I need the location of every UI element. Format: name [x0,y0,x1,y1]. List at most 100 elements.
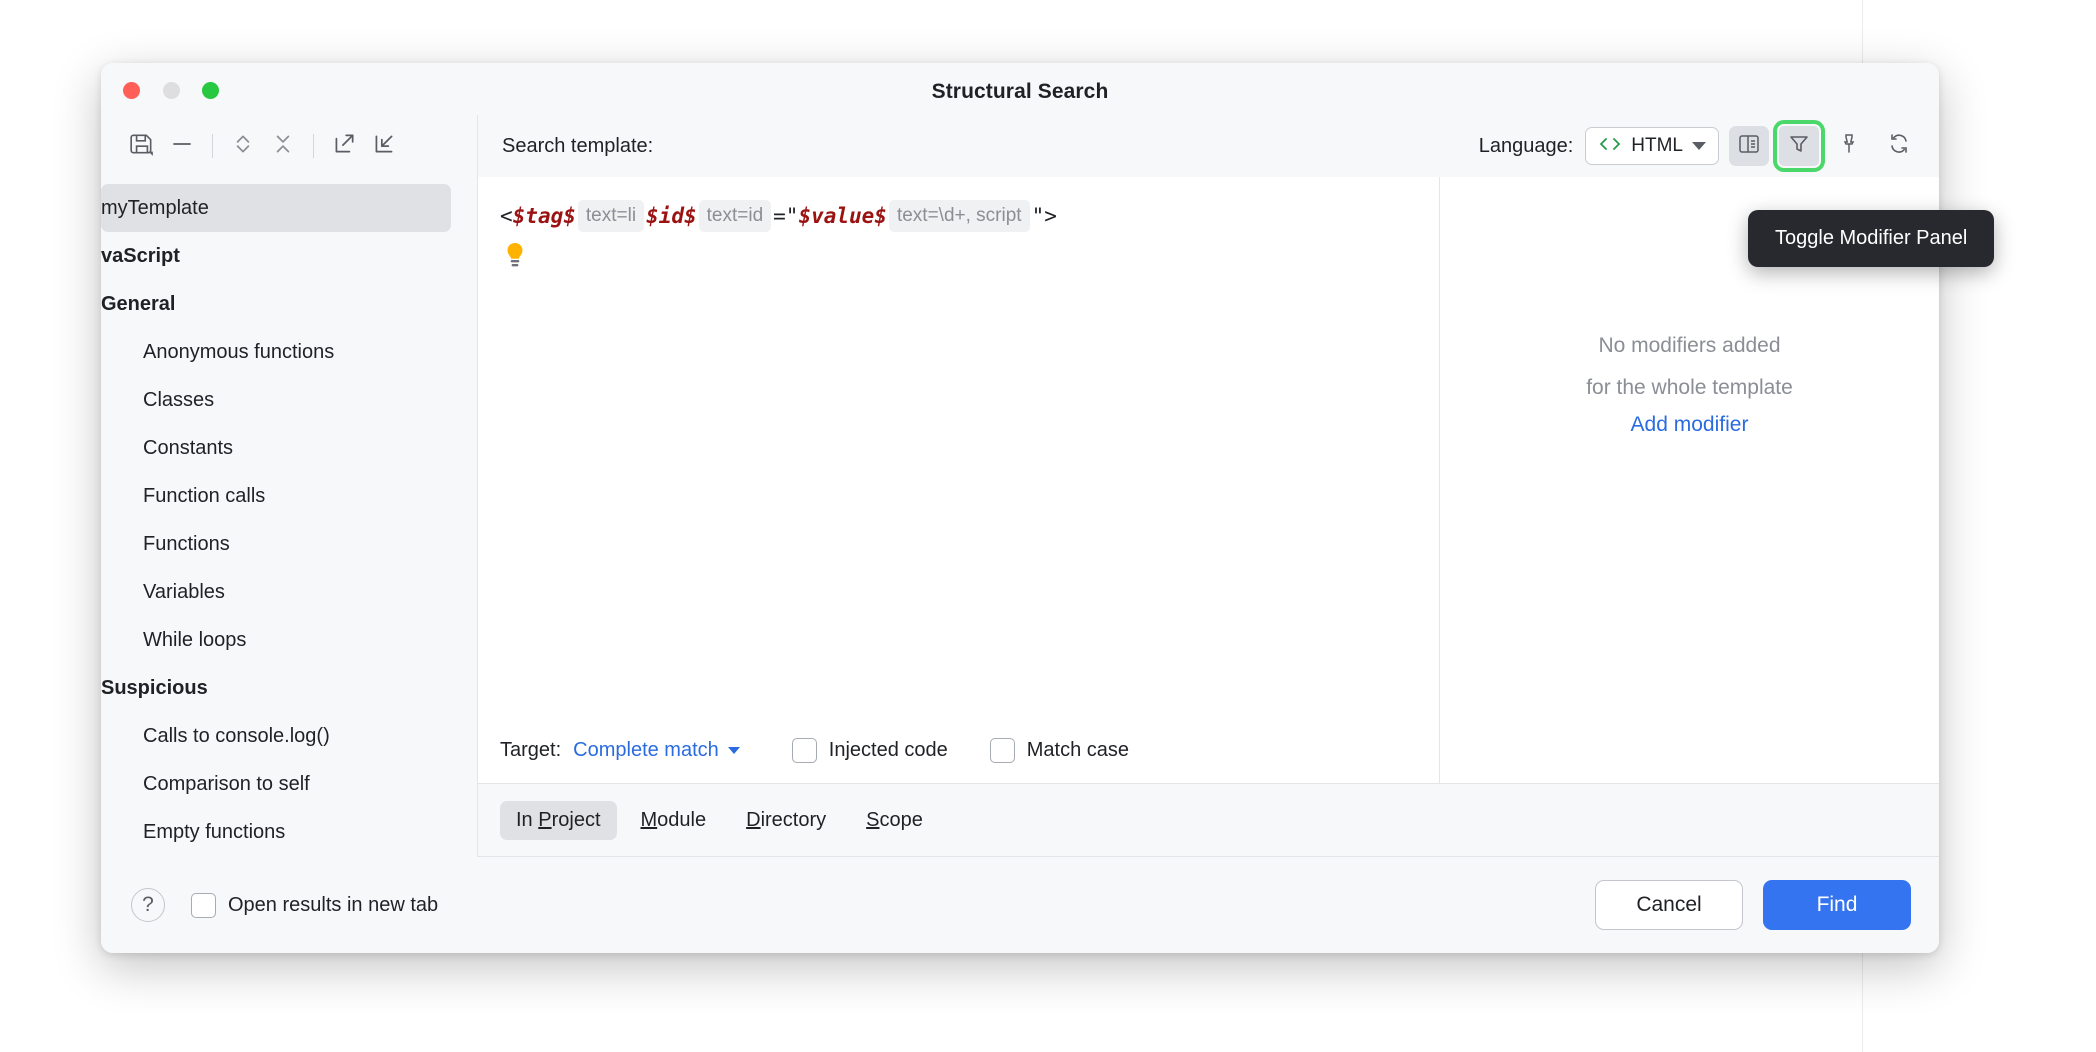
expand-all-button[interactable] [224,127,262,165]
list-item[interactable]: General [101,280,477,328]
export-template-button[interactable] [325,127,363,165]
dialog-body: myTemplate vaScript General Anonymous fu… [101,177,1939,857]
tab-label-post: roject [552,809,601,831]
collapse-all-button[interactable] [264,127,302,165]
tab-mnemonic: P [538,809,551,831]
filter-badge-value[interactable]: text=\d+, script [889,200,1030,232]
chevron-down-icon [1692,142,1706,150]
toolbar-row: Search template: Language: HTML [101,115,1939,177]
toolbar-separator [212,134,213,158]
cancel-button[interactable]: Cancel [1595,880,1743,930]
toolbar-separator [313,134,314,158]
modifier-panel: No modifiers added for the whole templat… [1439,177,1939,784]
sidebar-item-label: Classes [143,389,214,412]
template-code-line: <$tag$text=li $id$text=id="$value$text=\… [478,199,1439,233]
list-item[interactable]: Classes [101,376,477,424]
list-item[interactable]: Functions [101,520,477,568]
remove-template-button[interactable] [163,127,201,165]
screen: Structural Search [0,0,2096,1052]
open-results-label: Open results in new tab [228,894,438,917]
pin-icon [1837,132,1861,161]
chevron-down-icon [728,747,740,754]
add-modifier-link[interactable]: Add modifier [1631,413,1749,437]
structural-search-dialog: Structural Search [101,63,1939,953]
sidebar-item-label: vaScript [101,245,180,268]
sidebar-item-label: Empty functions [143,821,285,844]
reset-template-button[interactable] [1879,126,1919,166]
token-variable-tag[interactable]: $tag$ [513,199,576,233]
list-item[interactable]: Calls to console.log() [101,712,477,760]
token-variable-id[interactable]: $id$ [646,199,697,233]
import-template-button[interactable] [365,127,403,165]
filter-badge-tag[interactable]: text=li [578,200,644,232]
sidebar-item-label: Function calls [143,485,265,508]
injected-code-checkbox[interactable] [792,738,817,763]
filter-funnel-icon [1787,132,1811,161]
tab-mnemonic: M [641,809,658,831]
tab-module[interactable]: Module [625,801,723,840]
window-title: Structural Search [101,80,1939,104]
html-code-icon [1598,135,1622,158]
pin-dialog-button[interactable] [1829,126,1869,166]
search-template-editor[interactable]: <$tag$text=li $id$text=id="$value$text=\… [478,177,1439,717]
sidebar-item-label: Suspicious [101,677,208,700]
list-item[interactable]: Variables [101,568,477,616]
content-column: <$tag$text=li $id$text=id="$value$text=\… [478,177,1939,857]
sidebar-item-label: General [101,293,175,316]
collapse-all-icon [270,131,296,162]
token-variable-value[interactable]: $value$ [798,199,887,233]
target-dropdown[interactable]: Complete match [573,739,740,762]
target-options-row: Target: Complete match Injected code Mat… [478,717,1439,783]
sidebar-item-label: Functions [143,533,230,556]
injected-code-checkbox-row[interactable]: Injected code [792,738,948,763]
match-case-checkbox-row[interactable]: Match case [990,738,1129,763]
search-template-label: Search template: [502,135,653,158]
injected-code-label: Injected code [829,739,948,762]
import-template-icon [371,131,397,162]
list-item[interactable]: Constants [101,424,477,472]
tooltip: Toggle Modifier Panel [1748,210,1994,267]
refresh-icon [1887,132,1911,161]
token-punct: < [500,199,513,233]
list-item[interactable]: Suspicious [101,664,477,712]
filter-badge-id[interactable]: text=id [699,200,772,232]
language-label: Language: [1479,135,1574,158]
language-group: Language: HTML [1479,126,1919,166]
sidebar-item-label: myTemplate [101,197,209,220]
language-dropdown[interactable]: HTML [1585,127,1719,165]
filter-list-panel-icon [1737,132,1761,161]
match-case-checkbox[interactable] [990,738,1015,763]
template-list-sidebar[interactable]: myTemplate vaScript General Anonymous fu… [101,177,478,857]
list-item[interactable]: Function calls [101,472,477,520]
toggle-modifier-panel-button[interactable] [1779,126,1819,166]
tab-label-pre: In [516,809,538,831]
help-button[interactable]: ? [131,888,165,922]
tab-directory[interactable]: Directory [730,801,842,840]
save-template-icon [129,131,155,162]
export-template-icon [331,131,357,162]
search-template-editor-pane: <$tag$text=li $id$text=id="$value$text=\… [478,177,1439,784]
open-results-checkbox-row[interactable]: Open results in new tab [191,893,438,918]
find-button[interactable]: Find [1763,880,1911,930]
intention-bulb-button[interactable] [502,241,1439,276]
open-results-checkbox[interactable] [191,893,216,918]
sidebar-item-label: Variables [143,581,225,604]
scope-tabs: In Project Module Directory Scope [478,784,1939,857]
list-item[interactable]: myTemplate [101,184,451,232]
sidebar-item-label: Calls to console.log() [143,725,330,748]
list-item[interactable]: Anonymous functions [101,328,477,376]
tab-in-project[interactable]: In Project [500,801,617,840]
list-item[interactable]: Comparison to self [101,760,477,808]
toggle-filter-list-button[interactable] [1729,126,1769,166]
tab-scope[interactable]: Scope [850,801,939,840]
save-template-button[interactable] [123,127,161,165]
list-item[interactable]: While loops [101,616,477,664]
editor-toolbar: Search template: Language: HTML [478,115,1939,177]
list-item[interactable]: vaScript [101,232,477,280]
token-punct: =" [773,199,798,233]
modifier-empty-line-2: for the whole template [1586,367,1793,409]
list-item[interactable]: Empty functions [101,808,477,856]
target-value-text: Complete match [573,739,719,761]
sidebar-item-label: Comparison to self [143,773,310,796]
template-toolbar [101,115,478,177]
